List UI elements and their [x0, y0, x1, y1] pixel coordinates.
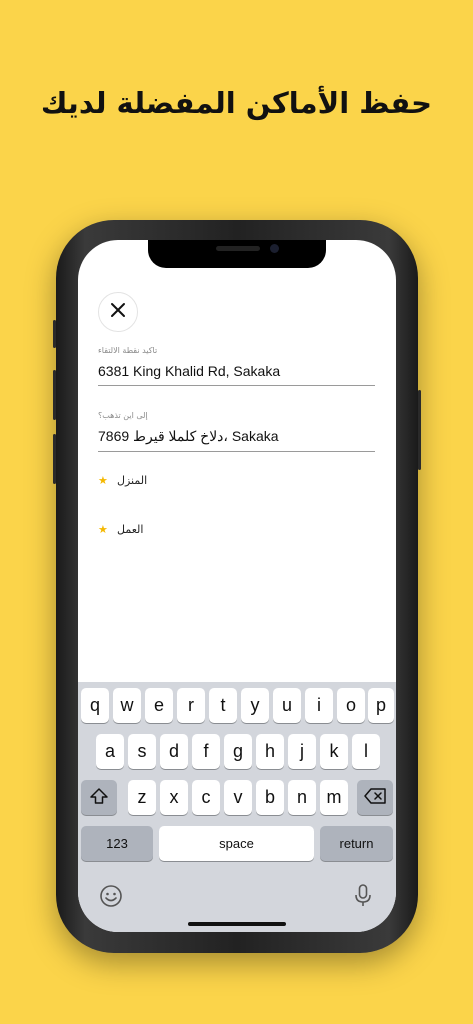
numbers-key[interactable]: 123 — [81, 826, 153, 861]
emoji-button[interactable] — [99, 884, 123, 912]
emoji-icon — [99, 885, 123, 912]
space-key[interactable]: space — [159, 826, 314, 861]
key-g[interactable]: g — [224, 734, 252, 769]
shift-icon — [90, 788, 108, 807]
backspace-key[interactable] — [357, 780, 393, 815]
close-icon — [110, 302, 126, 322]
phone-screen: تاكيد نقطة الالتقاء 6381 King Khalid Rd,… — [78, 240, 396, 932]
volume-up-button — [53, 370, 56, 420]
key-x[interactable]: x — [160, 780, 188, 815]
key-k[interactable]: k — [320, 734, 348, 769]
key-p[interactable]: p — [368, 688, 394, 723]
key-j[interactable]: j — [288, 734, 316, 769]
pickup-field[interactable]: تاكيد نقطة الالتقاء 6381 King Khalid Rd,… — [98, 346, 375, 386]
key-t[interactable]: t — [209, 688, 237, 723]
star-icon: ★ — [98, 474, 108, 487]
favorite-work[interactable]: ★ العمل — [98, 523, 143, 536]
key-l[interactable]: l — [352, 734, 380, 769]
mute-switch — [53, 320, 56, 348]
pickup-label: تاكيد نقطة الالتقاء — [98, 346, 158, 355]
key-n[interactable]: n — [288, 780, 316, 815]
front-camera — [270, 244, 279, 253]
power-button — [418, 390, 421, 470]
speaker — [216, 246, 260, 251]
dictation-button[interactable] — [354, 884, 372, 912]
key-u[interactable]: u — [273, 688, 301, 723]
volume-down-button — [53, 434, 56, 484]
key-b[interactable]: b — [256, 780, 284, 815]
key-z[interactable]: z — [128, 780, 156, 815]
shift-key[interactable] — [81, 780, 117, 815]
notch — [148, 240, 326, 268]
key-s[interactable]: s — [128, 734, 156, 769]
key-w[interactable]: w — [113, 688, 141, 723]
home-indicator[interactable] — [188, 922, 286, 926]
promo-headline: حفظ الأماكن المفضلة لديك — [40, 86, 433, 120]
key-d[interactable]: d — [160, 734, 188, 769]
key-h[interactable]: h — [256, 734, 284, 769]
star-icon: ★ — [98, 523, 108, 536]
key-e[interactable]: e — [145, 688, 173, 723]
destination-label: إلى اين تذهب؟ — [98, 411, 148, 420]
key-a[interactable]: a — [96, 734, 124, 769]
pickup-input[interactable]: 6381 King Khalid Rd, Sakaka — [98, 363, 375, 379]
key-y[interactable]: y — [241, 688, 269, 723]
key-r[interactable]: r — [177, 688, 205, 723]
favorite-home[interactable]: ★ المنزل — [98, 474, 147, 487]
key-o[interactable]: o — [337, 688, 365, 723]
key-v[interactable]: v — [224, 780, 252, 815]
return-key[interactable]: return — [320, 826, 393, 861]
favorite-work-label: العمل — [117, 523, 144, 536]
key-c[interactable]: c — [192, 780, 220, 815]
key-i[interactable]: i — [305, 688, 333, 723]
keyboard: q w e r t y u i o p a s d f g h j k l z … — [78, 682, 396, 932]
close-button[interactable] — [98, 292, 138, 332]
microphone-icon — [354, 884, 372, 912]
key-m[interactable]: m — [320, 780, 348, 815]
favorite-home-label: المنزل — [117, 474, 148, 487]
backspace-icon — [364, 788, 386, 807]
key-f[interactable]: f — [192, 734, 220, 769]
destination-input[interactable]: 7869 دلاخ كلملا قيرط، Sakaka — [98, 428, 375, 445]
destination-field[interactable]: إلى اين تذهب؟ 7869 دلاخ كلملا قيرط، Saka… — [98, 411, 375, 452]
key-q[interactable]: q — [81, 688, 109, 723]
